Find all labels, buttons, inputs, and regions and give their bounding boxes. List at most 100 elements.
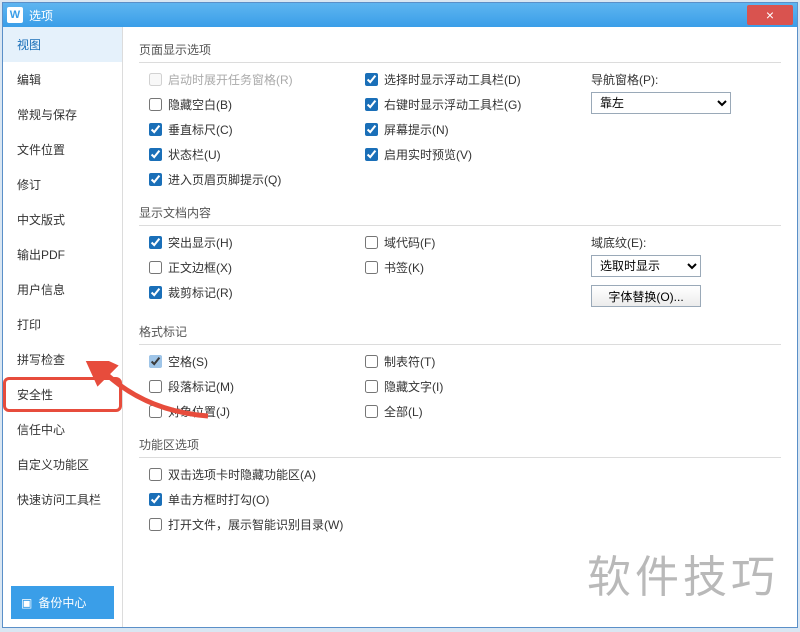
nav-pane-field: 导航窗格(P): 靠左: [591, 71, 781, 114]
checkbox-label: 段落标记(M): [168, 378, 234, 395]
checkbox-label: 空格(S): [168, 353, 208, 370]
backup-icon: ▣: [21, 596, 32, 610]
checkbox-label: 启用实时预览(V): [384, 146, 472, 163]
checkbox-label: 书签(K): [384, 259, 424, 276]
checkbox-option[interactable]: 制表符(T): [365, 353, 565, 370]
sidebar-item[interactable]: 自定义功能区: [3, 447, 122, 482]
checkbox[interactable]: [149, 236, 162, 249]
checkbox-label: 屏幕提示(N): [384, 121, 449, 138]
section-page-display: 页面显示选项 启动时展开任务窗格(R)隐藏空白(B)垂直标尺(C)状态栏(U)进…: [139, 37, 781, 188]
sidebar-item[interactable]: 文件位置: [3, 132, 122, 167]
content-panel: 页面显示选项 启动时展开任务窗格(R)隐藏空白(B)垂直标尺(C)状态栏(U)进…: [123, 27, 797, 627]
section-doc-content: 显示文档内容 突出显示(H)正文边框(X)裁剪标记(R) 域代码(F)书签(K)…: [139, 200, 781, 307]
checkbox[interactable]: [149, 148, 162, 161]
checkbox-label: 制表符(T): [384, 353, 435, 370]
checkbox-label: 启动时展开任务窗格(R): [168, 71, 293, 88]
sidebar: 视图编辑常规与保存文件位置修订中文版式输出PDF用户信息打印拼写检查安全性信任中…: [3, 27, 123, 627]
checkbox-option[interactable]: 正文边框(X): [149, 259, 339, 276]
checkbox-option[interactable]: 段落标记(M): [149, 378, 339, 395]
checkbox[interactable]: [149, 123, 162, 136]
checkbox-option[interactable]: 单击方框时打勾(O): [149, 491, 781, 508]
checkbox[interactable]: [365, 73, 378, 86]
sidebar-item[interactable]: 常规与保存: [3, 97, 122, 132]
checkbox-option[interactable]: 全部(L): [365, 403, 565, 420]
checkbox[interactable]: [149, 380, 162, 393]
checkbox-label: 单击方框时打勾(O): [168, 491, 269, 508]
checkbox[interactable]: [149, 468, 162, 481]
sidebar-item[interactable]: 信任中心: [3, 412, 122, 447]
sidebar-item[interactable]: 中文版式: [3, 202, 122, 237]
checkbox-option[interactable]: 隐藏空白(B): [149, 96, 339, 113]
checkbox[interactable]: [149, 493, 162, 506]
field-shading-label: 域底纹(E):: [591, 234, 781, 251]
checkbox-option[interactable]: 隐藏文字(I): [365, 378, 565, 395]
sidebar-item[interactable]: 快速访问工具栏: [3, 482, 122, 517]
sidebar-item[interactable]: 输出PDF: [3, 237, 122, 272]
checkbox-option[interactable]: 屏幕提示(N): [365, 121, 565, 138]
checkbox-option[interactable]: 裁剪标记(R): [149, 284, 339, 301]
checkbox-option[interactable]: 突出显示(H): [149, 234, 339, 251]
checkbox-label: 裁剪标记(R): [168, 284, 233, 301]
checkbox-label: 域代码(F): [384, 234, 435, 251]
section-title: 功能区选项: [139, 432, 781, 458]
sidebar-item[interactable]: 编辑: [3, 62, 122, 97]
sidebar-item[interactable]: 用户信息: [3, 272, 122, 307]
checkbox-option[interactable]: 启用实时预览(V): [365, 146, 565, 163]
checkbox-option[interactable]: 双击选项卡时隐藏功能区(A): [149, 466, 781, 483]
checkbox-option[interactable]: 域代码(F): [365, 234, 565, 251]
checkbox-option[interactable]: 书签(K): [365, 259, 565, 276]
checkbox-option[interactable]: 选择时显示浮动工具栏(D): [365, 71, 565, 88]
checkbox[interactable]: [149, 355, 162, 368]
checkbox: [149, 73, 162, 86]
sidebar-item[interactable]: 视图: [3, 27, 122, 62]
checkbox-label: 进入页眉页脚提示(Q): [168, 171, 281, 188]
checkbox[interactable]: [365, 236, 378, 249]
backup-center-button[interactable]: ▣ 备份中心: [11, 586, 114, 619]
checkbox-option[interactable]: 垂直标尺(C): [149, 121, 339, 138]
checkbox[interactable]: [149, 98, 162, 111]
checkbox-option[interactable]: 空格(S): [149, 353, 339, 370]
titlebar: W 选项 ×: [3, 3, 797, 27]
section-ribbon: 功能区选项 双击选项卡时隐藏功能区(A) 单击方框时打勾(O) 打开文件，展示智能识…: [139, 432, 781, 533]
backup-label: 备份中心: [38, 594, 86, 611]
checkbox-option[interactable]: 对象位置(J): [149, 403, 339, 420]
checkbox-label: 全部(L): [384, 403, 423, 420]
sidebar-item[interactable]: 打印: [3, 307, 122, 342]
checkbox[interactable]: [365, 123, 378, 136]
font-substitution-button[interactable]: 字体替换(O)...: [591, 285, 701, 307]
checkbox-label: 对象位置(J): [168, 403, 230, 420]
checkbox-option[interactable]: 进入页眉页脚提示(Q): [149, 171, 339, 188]
field-shading-select[interactable]: 选取时显示: [591, 255, 701, 277]
sidebar-item[interactable]: 安全性: [3, 377, 122, 412]
checkbox[interactable]: [149, 173, 162, 186]
checkbox[interactable]: [149, 261, 162, 274]
checkbox-label: 隐藏空白(B): [168, 96, 232, 113]
checkbox-label: 选择时显示浮动工具栏(D): [384, 71, 521, 88]
nav-pane-label: 导航窗格(P):: [591, 71, 781, 88]
section-format-marks: 格式标记 空格(S) 段落标记(M) 对象位置(J) 制表符(T) 隐藏文字(I) 全部…: [139, 319, 781, 420]
checkbox-label: 打开文件，展示智能识别目录(W): [168, 516, 343, 533]
checkbox-option[interactable]: 状态栏(U): [149, 146, 339, 163]
checkbox[interactable]: [365, 380, 378, 393]
checkbox-option[interactable]: 右键时显示浮动工具栏(G): [365, 96, 565, 113]
checkbox[interactable]: [365, 355, 378, 368]
sidebar-item[interactable]: 拼写检查: [3, 342, 122, 377]
section-title: 格式标记: [139, 319, 781, 345]
checkbox[interactable]: [149, 405, 162, 418]
window-title: 选项: [29, 7, 747, 24]
checkbox-label: 隐藏文字(I): [384, 378, 443, 395]
checkbox-label: 右键时显示浮动工具栏(G): [384, 96, 521, 113]
checkbox-label: 垂直标尺(C): [168, 121, 233, 138]
checkbox-label: 突出显示(H): [168, 234, 233, 251]
close-button[interactable]: ×: [747, 5, 793, 25]
checkbox[interactable]: [365, 148, 378, 161]
checkbox-option[interactable]: 打开文件，展示智能识别目录(W): [149, 516, 781, 533]
checkbox[interactable]: [149, 518, 162, 531]
nav-pane-select[interactable]: 靠左: [591, 92, 731, 114]
checkbox[interactable]: [149, 286, 162, 299]
options-dialog: W 选项 × 视图编辑常规与保存文件位置修订中文版式输出PDF用户信息打印拼写检…: [2, 2, 798, 628]
checkbox[interactable]: [365, 405, 378, 418]
checkbox[interactable]: [365, 261, 378, 274]
sidebar-item[interactable]: 修订: [3, 167, 122, 202]
checkbox[interactable]: [365, 98, 378, 111]
